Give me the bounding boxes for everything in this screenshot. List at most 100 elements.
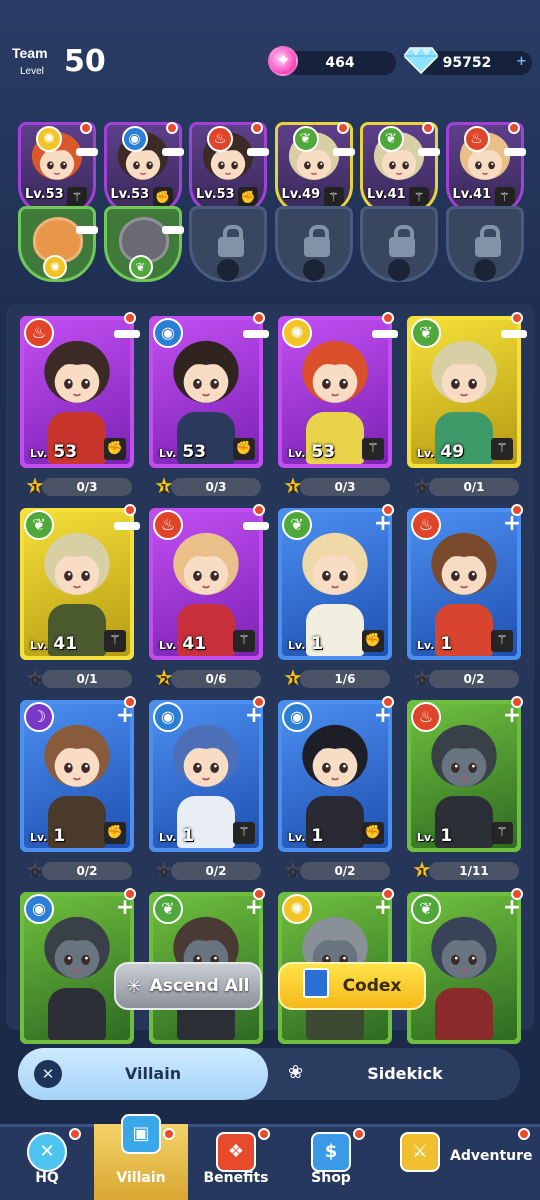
notification-dot xyxy=(258,1128,270,1140)
sidekick-slot[interactable] xyxy=(274,206,353,282)
card-level: Lv. 41 xyxy=(30,634,78,654)
tab-sidekick-label: Sidekick xyxy=(367,1064,443,1083)
add-to-team-button[interactable]: + xyxy=(501,897,523,920)
pink-gem-count: 464 xyxy=(325,55,355,71)
notification-dot xyxy=(422,122,434,134)
villain-outfit xyxy=(48,988,106,1040)
notification-dot xyxy=(382,504,394,516)
ascend-progress: 0/2 xyxy=(429,670,519,688)
sidekick-slot[interactable] xyxy=(445,206,524,282)
pink-gem-counter[interactable]: 464 xyxy=(284,51,396,75)
add-to-team-button[interactable]: + xyxy=(501,513,523,536)
leaf-element-icon: ❦ xyxy=(411,894,441,924)
card-level: Lv. 1 xyxy=(288,634,324,654)
remove-from-team-button[interactable] xyxy=(247,148,269,156)
leaf-element-icon: ❦ xyxy=(153,894,183,924)
wand-icon: ⚚ xyxy=(491,438,513,460)
lock-icon xyxy=(303,225,330,257)
wand-icon: ⚚ xyxy=(491,630,513,652)
ascend-progress: 0/3 xyxy=(300,478,390,496)
add-to-team-button[interactable]: + xyxy=(243,705,265,728)
wand-icon: ⚚ xyxy=(362,438,384,460)
codex-button[interactable]: Codex xyxy=(278,962,426,1010)
ascend-progress: 0/3 xyxy=(42,478,132,496)
shop-icon: $ xyxy=(311,1132,351,1172)
pink-gem-icon xyxy=(268,46,298,76)
wand-icon: ⚚ xyxy=(323,187,344,207)
notification-dot xyxy=(511,504,523,516)
remove-from-team-button[interactable] xyxy=(332,148,355,156)
remove-from-team-button[interactable] xyxy=(76,148,98,156)
fire-element-icon: ♨ xyxy=(24,318,54,348)
fire-element-icon: ♨ xyxy=(463,126,490,152)
remove-from-team-button[interactable] xyxy=(114,522,140,530)
ascend-progress: 1/6 xyxy=(300,670,390,688)
fist-icon: ✊ xyxy=(152,187,173,207)
remove-from-team-button[interactable] xyxy=(503,148,526,156)
team-slot-level: Lv.53 xyxy=(196,187,235,202)
water-element-icon: ◉ xyxy=(24,894,54,924)
remove-from-team-button[interactable] xyxy=(243,330,269,338)
add-diamonds-button[interactable]: + xyxy=(516,54,527,69)
remove-from-team-button[interactable] xyxy=(114,330,140,338)
notification-dot xyxy=(253,696,265,708)
wand-icon: ⚚ xyxy=(494,187,515,207)
add-to-team-button[interactable]: + xyxy=(372,897,394,920)
add-to-team-button[interactable]: + xyxy=(372,705,394,728)
ascend-all-label: Ascend All xyxy=(149,976,250,996)
leaf-element-icon: ❦ xyxy=(24,510,54,540)
wand-icon: ⚚ xyxy=(67,187,87,207)
remove-from-team-button[interactable] xyxy=(372,330,398,338)
light-element-icon: ✺ xyxy=(36,126,62,152)
nav-label: Adventure xyxy=(450,1148,533,1164)
add-to-team-button[interactable]: + xyxy=(501,705,523,728)
wand-icon: ⚚ xyxy=(409,187,429,207)
notification-dot xyxy=(511,696,523,708)
leaf-element-icon: ❦ xyxy=(128,255,153,279)
notification-dot xyxy=(253,312,265,324)
sidekick-slot[interactable] xyxy=(360,206,438,282)
remove-from-team-button[interactable] xyxy=(418,148,440,156)
remove-sidekick-button[interactable] xyxy=(76,226,98,234)
sidekick-slot[interactable] xyxy=(189,206,267,282)
card-level: Lv. 53 xyxy=(30,442,78,462)
water-element-icon: ◉ xyxy=(153,318,183,348)
notification-dot xyxy=(253,504,265,516)
wand-icon: ⚚ xyxy=(233,630,255,652)
ascend-progress: 0/1 xyxy=(429,478,519,496)
lock-icon xyxy=(218,225,244,257)
fist-icon: ✊ xyxy=(238,187,258,207)
nav-label: Benefits xyxy=(203,1170,269,1186)
ascend-all-button[interactable]: ✳ Ascend All xyxy=(114,962,262,1010)
remove-from-team-button[interactable] xyxy=(501,330,527,338)
nav-adventure[interactable]: ⚔ Adventure xyxy=(378,1124,540,1200)
wand-icon: ⚚ xyxy=(233,822,255,844)
notification-dot xyxy=(124,888,136,900)
diamond-count: 95752 xyxy=(442,55,492,71)
notification-dot xyxy=(124,312,136,324)
villain-outfit xyxy=(435,988,493,1040)
ascend-progress: 1/11 xyxy=(429,862,519,880)
fire-element-icon: ♨ xyxy=(153,510,183,540)
ascend-progress: 0/6 xyxy=(171,670,261,688)
light-element-icon: ✺ xyxy=(43,255,67,279)
remove-from-team-button[interactable] xyxy=(161,148,184,156)
water-element-icon: ◉ xyxy=(121,126,148,152)
notification-dot xyxy=(165,122,178,134)
add-to-team-button[interactable]: + xyxy=(114,705,136,728)
add-to-team-button[interactable]: + xyxy=(372,513,394,536)
game-screen: Team Level 50 464 95752 + Lv.53⚚✺Lv.53✊◉… xyxy=(0,0,540,1200)
add-to-team-button[interactable]: + xyxy=(114,897,136,920)
villain-face-icon: ✕ xyxy=(34,1060,62,1088)
sidekick-slot[interactable]: ✺ xyxy=(18,206,96,282)
notification-dot xyxy=(353,1128,365,1140)
card-level: Lv. 1 xyxy=(30,826,66,846)
card-level: Lv. 53 xyxy=(159,442,207,462)
notification-dot xyxy=(382,696,394,708)
sidekick-slot[interactable]: ❦ xyxy=(103,206,182,282)
add-to-team-button[interactable]: + xyxy=(243,897,265,920)
remove-from-team-button[interactable] xyxy=(243,522,269,530)
water-element-icon: ◉ xyxy=(153,702,183,732)
card-level: Lv. 1 xyxy=(288,826,324,846)
remove-sidekick-button[interactable] xyxy=(161,226,184,234)
